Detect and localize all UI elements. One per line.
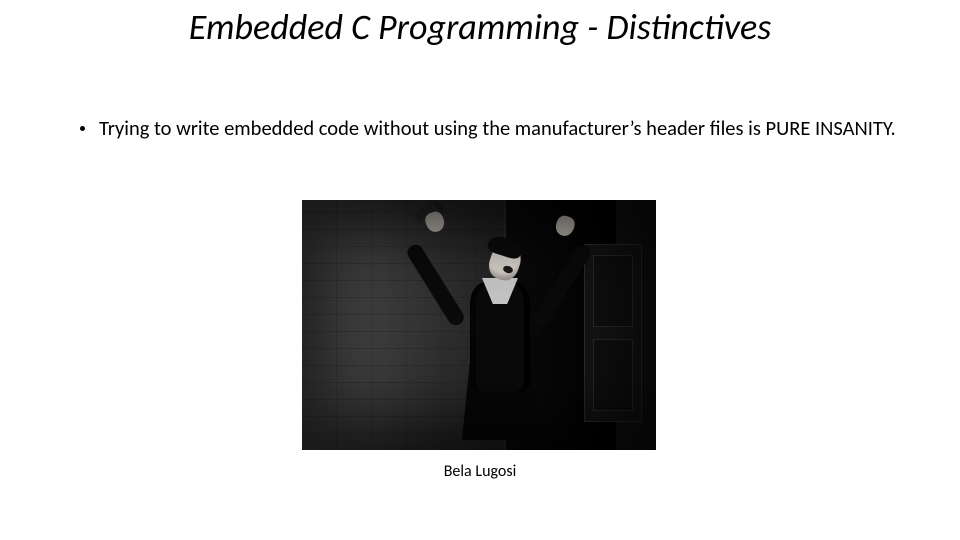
bullet-item: Trying to write embedded code without us… <box>80 116 900 142</box>
bullet-text: Trying to write embedded code without us… <box>99 116 900 142</box>
image-caption: Bela Lugosi <box>0 462 960 481</box>
bullet-dot-icon <box>80 126 85 131</box>
slide-title: Embedded C Programming - Distinctives <box>0 6 960 49</box>
slide-image <box>302 200 656 450</box>
slide: Embedded C Programming - Distinctives Tr… <box>0 0 960 540</box>
figure-man <box>420 214 580 446</box>
